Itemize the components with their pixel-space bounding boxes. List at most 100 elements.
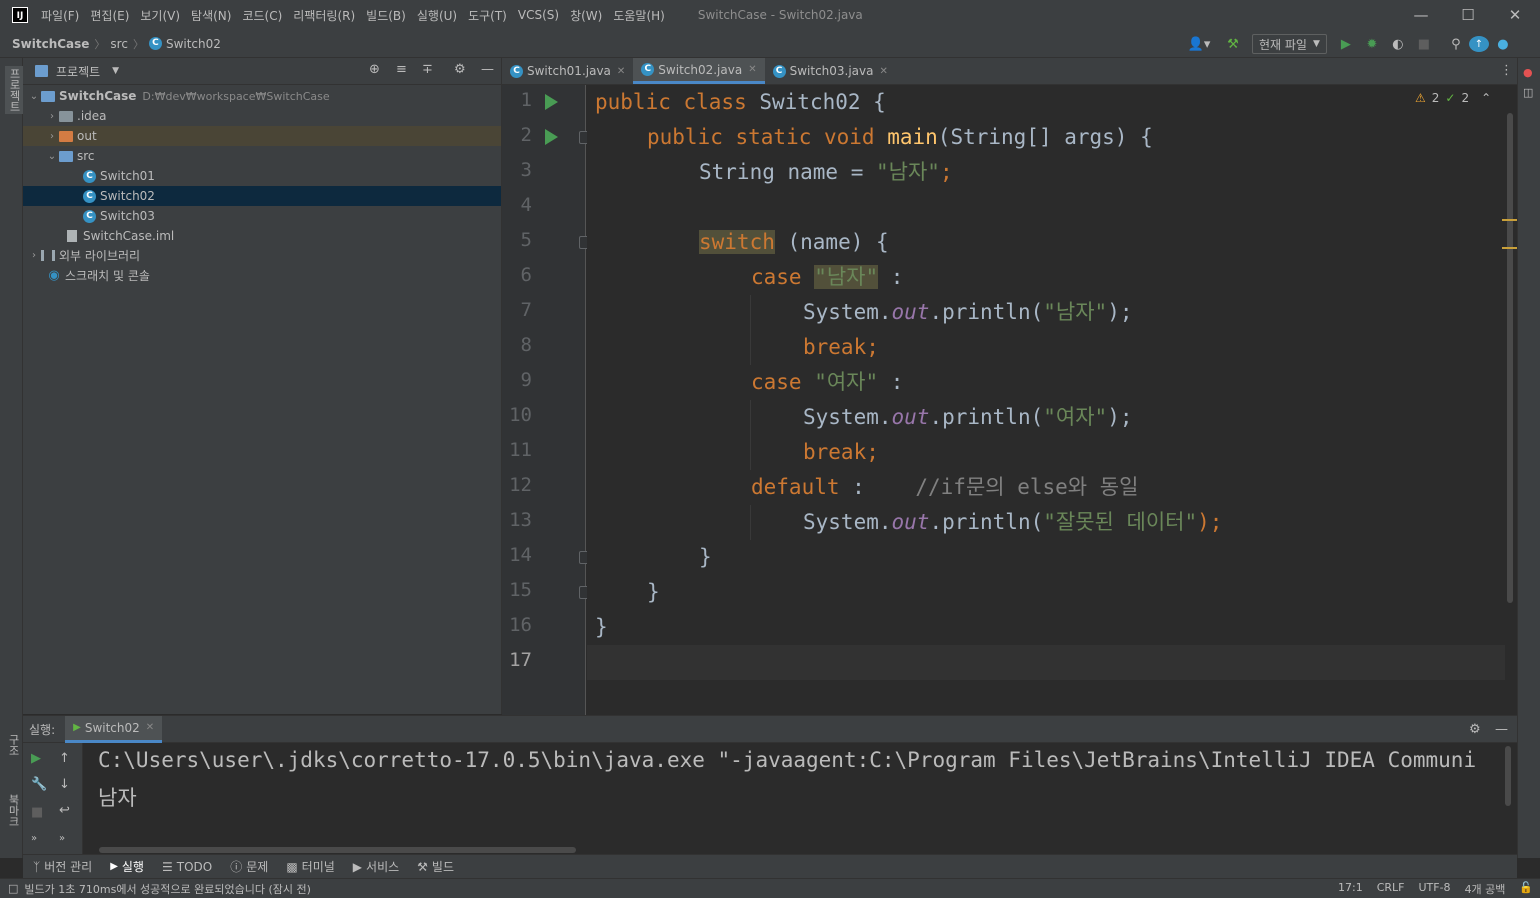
stop-icon[interactable]: ■ (1411, 37, 1437, 52)
tab-services[interactable]: ▶ 서비스 (353, 858, 399, 875)
warning-marker[interactable] (1502, 219, 1517, 221)
run-configuration-select[interactable]: 현재 파일 ▼ (1252, 34, 1327, 54)
rerun-icon[interactable]: ▶ (31, 751, 41, 766)
indent-setting[interactable]: 4개 공백 (1465, 881, 1506, 897)
menu-tools[interactable]: 도구(T) (468, 7, 507, 24)
menu-edit[interactable]: 편집(E) (90, 7, 129, 24)
tab-problems[interactable]: ⓘ 문제 (230, 858, 268, 875)
stop-icon[interactable]: ■ (31, 805, 43, 820)
arrow-up-icon[interactable]: ↑ (59, 751, 70, 766)
tab-version-control[interactable]: ᛉ 버전 관리 (33, 858, 92, 875)
code-editor[interactable]: public class Switch02 { public static vo… (587, 85, 1505, 715)
menu-build[interactable]: 빌드(B) (366, 7, 406, 24)
gear-icon[interactable]: ⚙ (1469, 722, 1481, 737)
menu-help[interactable]: 도움말(H) (613, 7, 665, 24)
tree-item-scratches[interactable]: ◉ 스크래치 및 콘솔 (23, 265, 501, 285)
more-icon[interactable]: » (31, 833, 37, 844)
hide-icon[interactable]: — (481, 62, 494, 77)
menu-code[interactable]: 코드(C) (242, 7, 282, 24)
chevron-right-icon[interactable]: › (45, 111, 59, 122)
menu-file[interactable]: 파일(F) (41, 7, 79, 24)
tab-switch02[interactable]: C Switch02.java ✕ (633, 58, 765, 84)
more-tabs-icon[interactable]: ⋮ (1500, 63, 1513, 78)
inspection-widget[interactable]: ⚠2 ✓2 ⌃ ⌄ (1415, 91, 1505, 105)
tree-item-external-libraries[interactable]: › 외부 라이브러리 (23, 245, 501, 265)
tree-item-iml[interactable]: SwitchCase.iml (23, 226, 501, 246)
chevron-down-icon[interactable]: ▼ (112, 66, 119, 76)
chevron-up-icon[interactable]: ⌃ (1481, 91, 1491, 105)
update-icon[interactable]: ↑ (1468, 36, 1489, 52)
tree-item-out[interactable]: › out (23, 126, 501, 146)
breadcrumb-src[interactable]: src (110, 37, 128, 51)
tab-switch01[interactable]: C Switch01.java ✕ (502, 58, 633, 84)
close-icon[interactable]: ✕ (748, 64, 756, 75)
user-icon[interactable]: 👤▾ (1186, 37, 1212, 52)
maximize-button[interactable]: ☐ (1445, 0, 1491, 30)
run-tab[interactable]: ▶ Switch02 ✕ (65, 715, 163, 743)
expand-all-icon[interactable]: ≡ (396, 62, 407, 77)
tab-switch03[interactable]: C Switch03.java ✕ (765, 58, 896, 84)
caret-position[interactable]: 17:1 (1338, 881, 1363, 897)
chevron-down-icon[interactable]: ⌄ (27, 91, 41, 102)
tree-item-idea[interactable]: › .idea (23, 106, 501, 126)
run-main-icon[interactable] (545, 129, 558, 145)
tab-todo[interactable]: ☰ TODO (162, 860, 212, 874)
locate-icon[interactable]: ⊕ (369, 62, 380, 77)
chevron-down-icon[interactable]: ⌄ (45, 151, 59, 162)
menu-window[interactable]: 창(W) (570, 7, 602, 24)
collapse-all-icon[interactable]: ∓ (422, 62, 433, 77)
lock-icon[interactable]: 🔓 (1519, 881, 1533, 897)
menu-navigate[interactable]: 탐색(N) (191, 7, 231, 24)
close-icon[interactable]: ✕ (880, 66, 888, 77)
search-icon[interactable]: ⚲ (1443, 37, 1469, 52)
structure-tool-button[interactable]: 구조 (5, 734, 21, 756)
run-icon[interactable]: ▶ (1333, 37, 1359, 52)
tree-item-project-root[interactable]: ⌄ SwitchCase D:₩dev₩workspace₩SwitchCase (23, 86, 501, 106)
horizontal-scrollbar[interactable] (99, 847, 576, 853)
tab-run[interactable]: ▶ 실행 (110, 858, 144, 875)
run-class-icon[interactable] (545, 94, 558, 110)
tree-item-switch03[interactable]: C Switch03 (23, 206, 501, 226)
breadcrumb-file[interactable]: Switch02 (166, 37, 221, 51)
coverage-icon[interactable]: ◐ (1385, 37, 1411, 52)
menu-refactor[interactable]: 리팩터링(R) (293, 7, 355, 24)
line-separator[interactable]: CRLF (1377, 881, 1405, 897)
project-panel-title[interactable]: 프로젝트 (56, 63, 100, 80)
more-icon[interactable]: » (59, 833, 65, 844)
vertical-scrollbar[interactable] (1505, 746, 1511, 806)
wrench-icon[interactable]: 🔧 (31, 777, 47, 792)
hide-icon[interactable]: — (1495, 722, 1508, 737)
arrow-down-icon[interactable]: ↓ (59, 777, 70, 792)
chevron-right-icon[interactable]: › (45, 131, 59, 142)
notifications-icon[interactable]: ● (1523, 66, 1533, 79)
soft-wrap-icon[interactable]: ↩ (59, 803, 70, 818)
code-with-me-icon[interactable]: ● (1493, 37, 1513, 52)
gear-icon[interactable]: ⚙ (454, 62, 466, 77)
build-hammer-icon[interactable]: ⚒ (1220, 37, 1246, 52)
tool-windows-icon[interactable]: □ (8, 882, 18, 895)
warning-marker[interactable] (1502, 247, 1517, 249)
intellij-logo-icon[interactable]: IJ (12, 7, 28, 23)
bookmarks-tool-button[interactable]: 북마크 (5, 794, 21, 827)
file-encoding[interactable]: UTF-8 (1418, 881, 1450, 897)
status-message[interactable]: 빌드가 1초 710ms에서 성공적으로 완료되었습니다 (잠시 전) (24, 881, 311, 897)
project-tool-button[interactable]: 프로젝트 (5, 66, 23, 114)
chevron-right-icon[interactable]: › (27, 250, 41, 261)
database-icon[interactable]: ◫ (1523, 86, 1533, 99)
close-icon[interactable]: ✕ (146, 722, 154, 733)
close-window-button[interactable]: ✕ (1492, 0, 1538, 30)
menu-run[interactable]: 실행(U) (417, 7, 457, 24)
scrollbar-thumb[interactable] (1507, 113, 1513, 603)
editor-scrollbar[interactable] (1502, 85, 1517, 715)
close-icon[interactable]: ✕ (617, 66, 625, 77)
minimize-button[interactable]: — (1398, 0, 1444, 30)
tab-build[interactable]: ⚒ 빌드 (417, 858, 454, 875)
menu-view[interactable]: 보기(V) (140, 7, 180, 24)
tab-terminal[interactable]: ▩ 터미널 (286, 858, 334, 875)
tree-item-switch02[interactable]: C Switch02 (23, 186, 501, 206)
tree-item-switch01[interactable]: C Switch01 (23, 166, 501, 186)
menu-vcs[interactable]: VCS(S) (518, 8, 559, 22)
breadcrumb-project[interactable]: SwitchCase (12, 37, 89, 51)
debug-icon[interactable]: ✹ (1359, 37, 1385, 52)
tree-item-src[interactable]: ⌄ src (23, 146, 501, 166)
